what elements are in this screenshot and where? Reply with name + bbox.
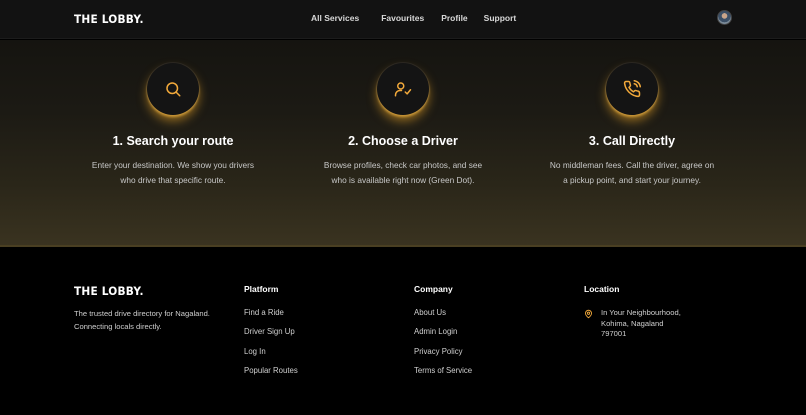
address-text: In Your Neighbourhood, Kohima, Nagaland …	[601, 308, 681, 340]
nav-profile[interactable]: Profile	[441, 13, 467, 23]
step-call-directly: 3. Call Directly No middleman fees. Call…	[527, 63, 737, 187]
step-description: No middleman fees. Call the driver, agre…	[527, 158, 737, 187]
footer-link-log-in[interactable]: Log In	[244, 347, 298, 366]
step-desc-line: a pickup point, and start your journey.	[563, 174, 701, 185]
footer-company-column: Company About Us Admin Login Privacy Pol…	[414, 284, 472, 386]
footer-link-find-a-ride[interactable]: Find a Ride	[244, 308, 298, 327]
user-avatar[interactable]	[717, 10, 732, 25]
footer-description: The trusted drive directory for Nagaland…	[74, 308, 234, 333]
step-driver-icon-circle	[377, 63, 429, 115]
search-icon	[166, 82, 181, 97]
map-pin-icon	[585, 309, 592, 319]
footer-link-driver-sign-up[interactable]: Driver Sign Up	[244, 327, 298, 346]
site-logo[interactable]: THE LOBBY.	[74, 12, 144, 26]
footer-link-popular-routes[interactable]: Popular Routes	[244, 366, 298, 385]
step-title: 3. Call Directly	[588, 134, 676, 148]
step-call-icon-circle	[606, 63, 658, 115]
address-line: In Your Neighbourhood,	[601, 308, 681, 317]
footer-address: In Your Neighbourhood, Kohima, Nagaland …	[584, 308, 681, 340]
step-desc-line: Browse profiles, check car photos, and s…	[323, 160, 483, 170]
footer-logo[interactable]: THE LOBBY.	[74, 284, 144, 298]
nav-favourites[interactable]: Favourites	[381, 13, 424, 23]
phone-call-icon	[623, 80, 641, 98]
footer-link-privacy-policy[interactable]: Privacy Policy	[414, 347, 472, 366]
step-desc-line: Enter your destination. We show you driv…	[91, 160, 255, 170]
step-title: 2. Choose a Driver	[348, 134, 458, 148]
footer-column-title: Location	[584, 284, 620, 294]
nav-all-services[interactable]: All Services	[311, 13, 359, 23]
footer-link-about-us[interactable]: About Us	[414, 308, 472, 327]
step-search: 1. Search your route Enter your destinat…	[68, 63, 278, 187]
step-desc-line: No middleman fees. Call the driver, agre…	[549, 160, 715, 170]
top-navbar: THE LOBBY. All Services Favourites Profi…	[0, 0, 806, 39]
address-line: Kohima, Nagaland	[601, 318, 664, 328]
footer-desc-line: Connecting locals directly.	[74, 321, 162, 331]
nav-support[interactable]: Support	[484, 13, 517, 23]
footer-platform-column: Platform Find a Ride Driver Sign Up Log …	[244, 284, 298, 386]
step-description: Enter your destination. We show you driv…	[68, 158, 278, 187]
main-nav: All Services Favourites Profile Support	[311, 13, 516, 23]
footer-column-title: Company	[414, 284, 453, 294]
footer-desc-line: The trusted drive directory for Nagaland…	[74, 309, 210, 318]
step-title: 1. Search your route	[112, 134, 234, 148]
step-search-icon-circle	[147, 63, 199, 115]
step-description: Browse profiles, check car photos, and s…	[298, 158, 508, 187]
footer-link-terms-of-service[interactable]: Terms of Service	[414, 366, 472, 385]
step-desc-line: who is available right now (Green Dot).	[331, 174, 475, 185]
step-choose-driver: 2. Choose a Driver Browse profiles, chec…	[298, 63, 508, 187]
footer-link-admin-login[interactable]: Admin Login	[414, 327, 472, 346]
site-footer: THE LOBBY. The trusted drive directory f…	[0, 247, 806, 415]
address-line: 797001	[601, 329, 627, 339]
footer-column-title: Platform	[244, 284, 279, 294]
footer-location-column: Location In Your Neighbourhood, Kohima, …	[584, 284, 681, 340]
step-desc-line: who drive that specific route.	[120, 174, 226, 185]
user-check-icon	[394, 82, 412, 97]
